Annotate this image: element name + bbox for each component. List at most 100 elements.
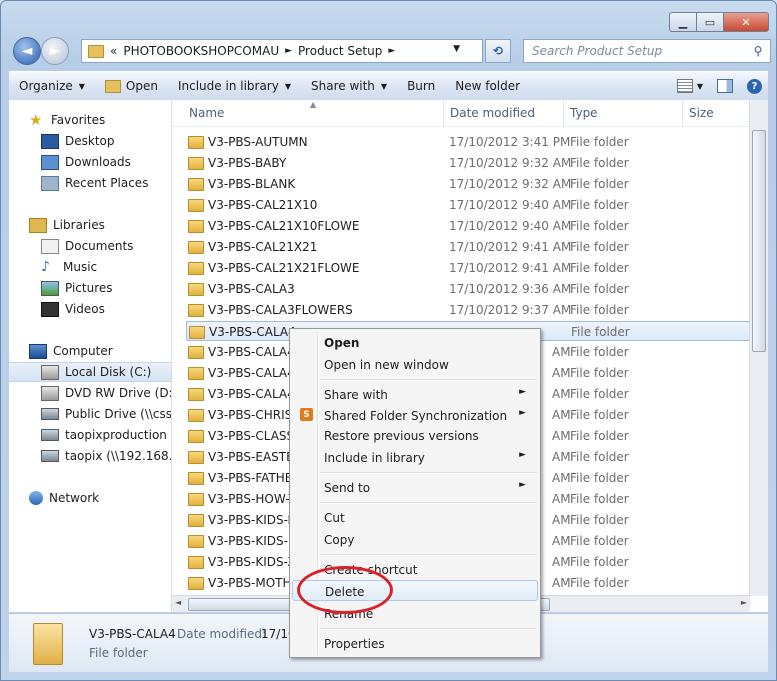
breadcrumb-product-setup[interactable]: Product Setup <box>298 44 382 58</box>
menu-rename[interactable]: Rename <box>292 603 536 624</box>
menu-create-shortcut[interactable]: Create shortcut <box>292 559 536 580</box>
include-in-library-button[interactable]: Include in library ▼ <box>168 72 301 100</box>
nav-pictures[interactable]: Pictures <box>41 278 171 298</box>
share-with-button[interactable]: Share with ▼ <box>301 72 397 100</box>
file-date-modified: AM <box>552 492 571 506</box>
nav-label: Desktop <box>65 134 115 148</box>
column-type[interactable]: Type <box>570 106 598 120</box>
breadcrumb-photobookshop[interactable]: PHOTOBOOKSHOPCOMAU <box>123 44 279 58</box>
file-row[interactable]: V3-PBS-CALA3FLOWERS 17/10/2012 9:37 AM Fil… <box>186 300 748 320</box>
file-row[interactable]: V3-PBS-CAL21X10 17/10/2012 9:40 AM File fo… <box>186 195 748 215</box>
nav-taopixproduction[interactable]: taopixproduction (\\ <box>41 425 172 445</box>
file-name: V3-PBS-BLANK <box>208 177 296 191</box>
maximize-button[interactable]: ▭ <box>696 12 724 32</box>
open-button[interactable]: Open <box>95 72 168 100</box>
file-name: V3-PBS-BABY <box>208 156 287 170</box>
address-dropdown-icon[interactable]: ▼ <box>453 44 460 54</box>
nav-local-disk[interactable]: Local Disk (C:) <box>9 362 171 382</box>
refresh-button[interactable]: ⟲ <box>485 39 511 63</box>
breadcrumb-arrow-icon[interactable]: ► <box>285 46 292 56</box>
nav-music[interactable]: ♪ Music <box>41 257 171 277</box>
menu-delete[interactable]: Delete <box>292 580 538 601</box>
menu-copy[interactable]: Copy <box>292 529 536 550</box>
nav-downloads[interactable]: Downloads <box>41 152 171 172</box>
address-bar[interactable]: « PHOTOBOOKSHOPCOMAU ► Product Setup ► ▼ <box>81 39 483 63</box>
file-row[interactable]: V3-PBS-BLANK 17/10/2012 9:32 AM File folde… <box>186 174 748 194</box>
nav-recent-places[interactable]: Recent Places <box>41 173 171 193</box>
details-name: V3-PBS-CALA4 <box>89 627 176 641</box>
scrollbar-thumb[interactable] <box>752 130 766 352</box>
file-type: File folder <box>570 156 629 170</box>
nav-videos[interactable]: Videos <box>41 299 171 319</box>
menu-send-to[interactable]: Send to ► <box>292 477 536 498</box>
breadcrumb-arrow-icon[interactable]: ► <box>388 46 395 56</box>
folder-icon <box>188 430 204 443</box>
help-icon[interactable]: ? <box>747 78 762 94</box>
search-icon[interactable]: ⚲ <box>750 44 766 58</box>
new-folder-button[interactable]: New folder <box>445 72 530 100</box>
folder-icon <box>188 493 204 506</box>
column-date-modified[interactable]: Date modified <box>450 106 535 120</box>
menu-share-with[interactable]: Share with ► <box>292 384 536 405</box>
network-drive-icon <box>41 408 59 420</box>
file-row[interactable]: V3-PBS-CAL21X21 17/10/2012 9:41 AM File fo… <box>186 237 748 257</box>
menu-cut[interactable]: Cut <box>292 507 536 528</box>
nav-label: taopixproduction (\\ <box>65 428 172 442</box>
search-input[interactable]: Search Product Setup ⚲ <box>523 39 771 63</box>
nav-public-drive[interactable]: Public Drive (\\css-s <box>41 404 171 424</box>
nav-favorites[interactable]: ★ Favorites <box>29 110 171 130</box>
menu-properties[interactable]: Properties <box>292 633 536 654</box>
burn-button[interactable]: Burn <box>397 72 445 100</box>
file-date-modified: AM <box>552 555 571 569</box>
organize-button[interactable]: Organize ▼ <box>9 72 95 100</box>
menu-label: Rename <box>324 607 374 621</box>
file-type: File folder <box>570 408 629 422</box>
scroll-right-icon[interactable]: ► <box>741 598 747 607</box>
network-drive-icon <box>41 429 59 441</box>
file-row[interactable]: V3-PBS-CAL21X21FLOWE 17/10/2012 9:41 AM Fi… <box>186 258 748 278</box>
include-label: Include in library <box>177 79 279 93</box>
chevron-down-icon: ▼ <box>78 81 85 91</box>
file-row[interactable]: V3-PBS-AUTUMN 17/10/2012 3:41 PM File fold… <box>186 132 748 152</box>
file-date-modified: AM <box>552 450 571 464</box>
nav-computer[interactable]: Computer <box>29 341 171 361</box>
folder-icon <box>188 577 204 590</box>
menu-shared-folder-sync[interactable]: S Shared Folder Synchronization ► <box>292 405 536 426</box>
view-options-icon[interactable] <box>676 79 693 93</box>
column-divider[interactable] <box>563 100 564 126</box>
vertical-scrollbar[interactable] <box>749 100 768 596</box>
nav-label: Documents <box>65 239 134 253</box>
menu-include-in-library[interactable]: Include in library ► <box>292 447 536 468</box>
nav-taopix[interactable]: taopix (\\192.168.0.7 <box>41 446 171 466</box>
file-name: V3-PBS-CALA4 <box>208 366 295 380</box>
menu-open[interactable]: Open <box>292 332 536 353</box>
menu-open-new-window[interactable]: Open in new window <box>292 354 536 375</box>
folder-icon <box>188 178 204 191</box>
breadcrumb-overflow[interactable]: « <box>110 44 117 58</box>
file-name: V3-PBS-CAL21X21 <box>208 240 318 254</box>
back-button[interactable]: ◄ <box>13 37 41 65</box>
dvd-drive-icon <box>41 385 59 401</box>
preview-pane-icon[interactable] <box>717 79 733 93</box>
file-row[interactable]: V3-PBS-BABY 17/10/2012 9:32 AM File folder <box>186 153 748 173</box>
file-type: File folder <box>570 471 629 485</box>
nav-desktop[interactable]: Desktop <box>41 131 171 151</box>
file-row[interactable]: V3-PBS-CALA3 17/10/2012 9:36 AM File folde… <box>186 279 748 299</box>
file-date-modified: AM <box>552 408 571 422</box>
menu-restore-versions[interactable]: Restore previous versions <box>292 425 536 446</box>
nav-dvd-drive[interactable]: DVD RW Drive (D:) C <box>41 383 171 403</box>
column-divider[interactable] <box>682 100 683 126</box>
nav-documents[interactable]: Documents <box>41 236 171 256</box>
menu-label: Shared Folder Synchronization <box>324 409 508 423</box>
column-size[interactable]: Size <box>689 106 714 120</box>
minimize-button[interactable]: ▁ <box>669 12 697 32</box>
forward-button[interactable]: ► <box>41 37 69 65</box>
column-name[interactable]: Name <box>189 106 224 120</box>
scroll-left-icon[interactable]: ◄ <box>175 598 181 607</box>
chevron-down-icon[interactable]: ▼ <box>697 82 703 91</box>
file-row[interactable]: V3-PBS-CAL21X10FLOWE 17/10/2012 9:40 AM Fi… <box>186 216 748 236</box>
nav-network[interactable]: Network <box>29 488 171 508</box>
close-button[interactable]: ✕ <box>723 12 769 32</box>
column-divider[interactable] <box>443 100 444 126</box>
nav-libraries[interactable]: Libraries <box>29 215 171 235</box>
